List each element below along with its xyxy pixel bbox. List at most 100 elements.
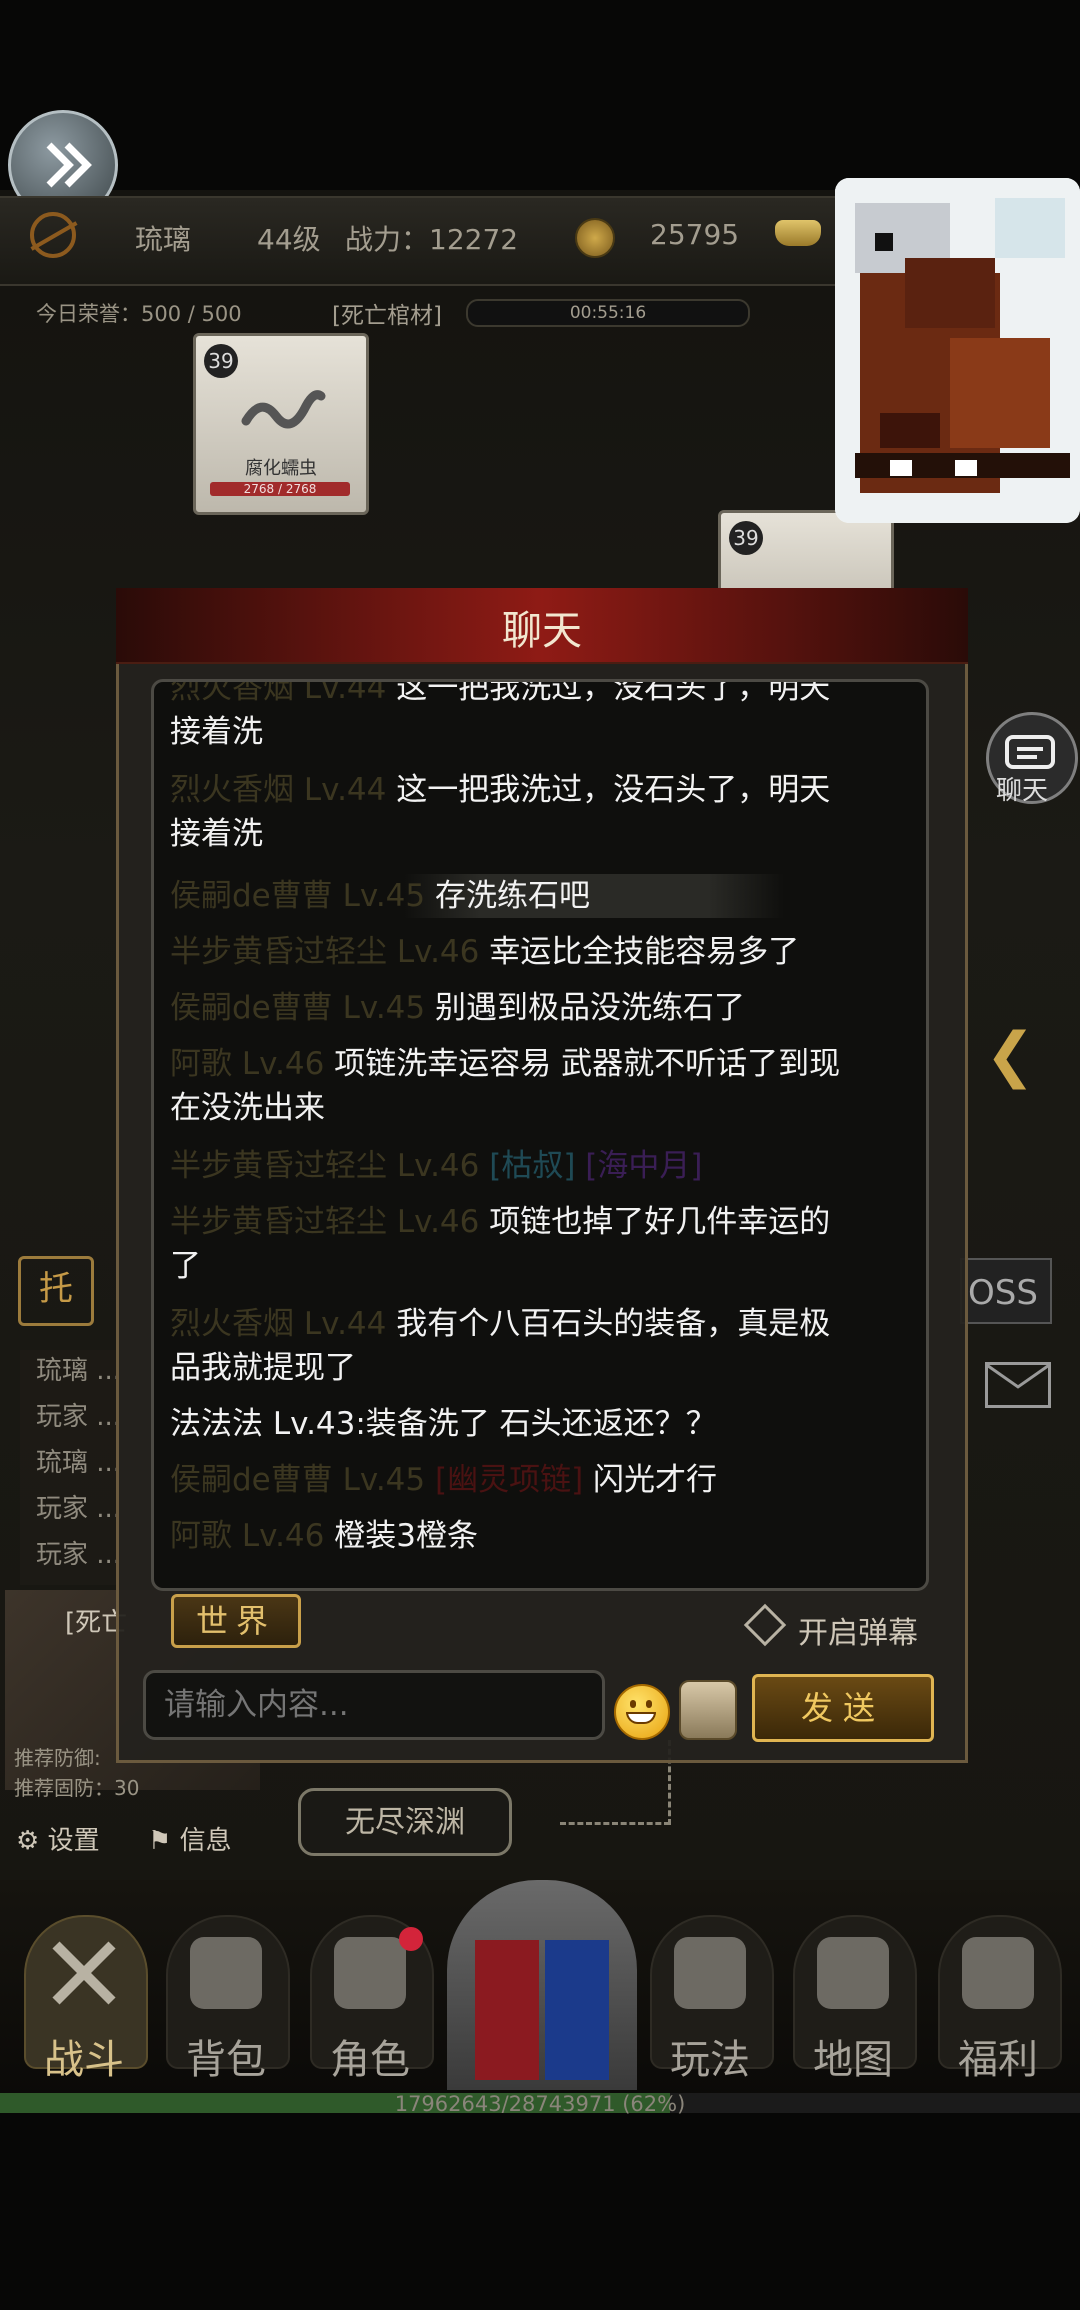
dungeon-timer: 00:55:16 bbox=[466, 299, 750, 327]
message-sender[interactable]: 侯嗣de曹曹 Lv.45 bbox=[170, 878, 425, 914]
monster-level: 39 bbox=[729, 521, 763, 555]
monster-hp: 2768 / 2768 bbox=[210, 482, 350, 496]
item-share-bag-icon[interactable] bbox=[679, 1680, 737, 1740]
message-text: 项链洗幸运容易 武器就不听话了到现 bbox=[334, 1046, 841, 1082]
world-channel-tab[interactable]: 世界 bbox=[171, 1594, 301, 1648]
chat-message-list[interactable]: 烈火香烟 Lv.44 这一把我洗过，没石头了，明天 接着洗 烈火香烟 Lv.44… bbox=[151, 679, 929, 1591]
map-path bbox=[560, 1822, 670, 1827]
coin-amount: 25795 bbox=[650, 218, 740, 251]
chat-message: 侯嗣de曹曹 Lv.45 [幽灵项链] 闪光才行 bbox=[170, 1458, 910, 1502]
chat-message: 烈火香烟 Lv.44 这一把我洗过，没石头了，明天 bbox=[170, 682, 910, 710]
gear-icon: ⚙ bbox=[16, 1826, 40, 1856]
chat-modal-title: 聊天 bbox=[502, 608, 582, 654]
message-text: 接着洗 bbox=[170, 714, 263, 750]
map-pin-icon bbox=[817, 1937, 889, 2009]
message-sender[interactable]: 侯嗣de曹曹 Lv.45 bbox=[170, 990, 425, 1026]
chat-input[interactable] bbox=[143, 1670, 605, 1740]
nav-map[interactable]: 地图 bbox=[787, 1915, 919, 2085]
player-level: 44级 bbox=[257, 223, 321, 256]
message-sender[interactable]: 烈火香烟 Lv.44 bbox=[170, 1306, 386, 1342]
nav-label: 战斗 bbox=[44, 2037, 124, 2083]
message-text: 在没洗出来 bbox=[170, 1090, 325, 1126]
message-sender[interactable]: 半步黄昏过轻尘 Lv.46 bbox=[170, 1148, 479, 1184]
nav-gameplay[interactable]: 玩法 bbox=[644, 1915, 776, 2085]
message-sender[interactable]: 烈火香烟 Lv.44 bbox=[170, 772, 386, 808]
emoji-eye bbox=[630, 1700, 636, 1708]
crown-helmet-icon bbox=[334, 1937, 406, 2009]
gate-blue-door bbox=[545, 1940, 609, 2080]
emoji-eye bbox=[646, 1700, 652, 1708]
item-link[interactable]: [枯叔] bbox=[489, 1148, 575, 1184]
info-label: 信息 bbox=[179, 1826, 232, 1856]
message-text: 法法法 Lv.43:装备洗了 石头还返还？？ bbox=[170, 1406, 717, 1442]
item-link[interactable]: [幽灵项链] bbox=[435, 1462, 583, 1498]
log-line: 玩家 ... bbox=[36, 1402, 122, 1432]
grin-face-icon bbox=[626, 1712, 656, 1724]
message-sender[interactable]: 阿歌 Lv.46 bbox=[170, 1046, 324, 1082]
nav-label: 福利 bbox=[958, 2037, 1038, 2083]
chat-message: 半步黄昏过轻尘 Lv.46 幸运比全技能容易多了 bbox=[170, 930, 910, 974]
guild-emblem-icon[interactable] bbox=[30, 212, 76, 258]
mail-icon[interactable] bbox=[985, 1362, 1051, 1408]
send-button[interactable]: 发送 bbox=[752, 1674, 934, 1742]
log-line: 琉璃 ... bbox=[36, 1356, 122, 1386]
message-text: 我有个八百石头的装备，真是极 bbox=[396, 1306, 831, 1342]
auto-hosting-button[interactable]: 托 bbox=[18, 1256, 94, 1326]
chat-message: 半步黄昏过轻尘 Lv.46 项链也掉了好几件幸运的 bbox=[170, 1200, 910, 1244]
chat-message: 法法法 Lv.43:装备洗了 石头还返还？？ bbox=[170, 1402, 910, 1446]
flag-icon: ⚑ bbox=[148, 1826, 172, 1856]
nav-battle[interactable]: 战斗 bbox=[18, 1915, 150, 2085]
monster-name: 腐化蠕虫 bbox=[245, 458, 317, 479]
nav-label: 角色 bbox=[330, 2037, 410, 2083]
message-sender[interactable]: 半步黄昏过轻尘 Lv.46 bbox=[170, 1204, 479, 1240]
recommended-defense: 推荐防御: bbox=[14, 1746, 101, 1770]
chat-message: 了 bbox=[170, 1244, 910, 1288]
chat-message: 接着洗 bbox=[170, 710, 910, 754]
log-line: 玩家 ... bbox=[36, 1540, 122, 1570]
chat-message: 半步黄昏过轻尘 Lv.46 [枯叔] [海中月] bbox=[170, 1144, 910, 1188]
worm-icon bbox=[241, 390, 326, 429]
message-text: 存洗练石吧 bbox=[434, 878, 590, 914]
nav-welfare[interactable]: 福利 bbox=[932, 1915, 1064, 2085]
experience-text: 17962643/28743971 (62%) bbox=[394, 2092, 686, 2116]
chat-message: 接着洗 bbox=[170, 812, 910, 856]
message-sender[interactable]: 半步黄昏过轻尘 Lv.46 bbox=[170, 934, 479, 970]
boss-button[interactable]: OSS bbox=[960, 1258, 1052, 1324]
nav-backpack[interactable]: 背包 bbox=[160, 1915, 292, 2085]
info-button[interactable]: ⚑ 信息 bbox=[148, 1820, 232, 1857]
chat-message: 烈火香烟 Lv.44 我有个八百石头的装备，真是极 bbox=[170, 1302, 910, 1346]
nav-character[interactable]: 角色 bbox=[304, 1915, 436, 2085]
chat-message: 侯嗣de曹曹 Lv.45 存洗练石吧 bbox=[170, 874, 910, 918]
notification-dot bbox=[399, 1927, 423, 1951]
coin-add-icon[interactable] bbox=[575, 218, 615, 258]
endless-abyss-button[interactable]: 无尽深渊 bbox=[298, 1788, 512, 1856]
combat-power: 战力：12272 bbox=[345, 223, 519, 256]
message-text: 接着洗 bbox=[170, 816, 263, 852]
log-line: 玩家 ... bbox=[36, 1494, 122, 1524]
barrage-label[interactable]: 开启弹幕 bbox=[798, 1608, 918, 1652]
nav-label: 地图 bbox=[813, 2037, 893, 2083]
message-sender[interactable]: 侯嗣de曹曹 Lv.45 bbox=[170, 1462, 425, 1498]
message-text: 幸运比全技能容易多了 bbox=[489, 934, 800, 970]
gate-red-door bbox=[475, 1940, 539, 2080]
portal-gate-button[interactable] bbox=[447, 1880, 637, 2090]
monster-card[interactable]: 39 腐化蠕虫 2768 / 2768 bbox=[193, 333, 369, 515]
collapse-arrow-icon[interactable]: ❮ bbox=[985, 1020, 1035, 1090]
emoji-button[interactable] bbox=[614, 1684, 670, 1740]
nav-label: 背包 bbox=[186, 2037, 266, 2083]
message-text: 了 bbox=[170, 1248, 201, 1284]
chat-message: 阿歌 Lv.46 项链洗幸运容易 武器就不听话了到现 bbox=[170, 1042, 910, 1086]
item-link[interactable]: [海中月] bbox=[585, 1148, 702, 1184]
message-text: 别遇到极品没洗练石了 bbox=[434, 990, 745, 1026]
message-text: 闪光才行 bbox=[593, 1462, 718, 1498]
pixelated-avatar-image bbox=[835, 178, 1080, 523]
player-name: 琉璃 bbox=[135, 223, 192, 256]
chat-message: 品我就提现了 bbox=[170, 1346, 910, 1390]
settings-button[interactable]: ⚙ 设置 bbox=[16, 1820, 100, 1857]
message-text: 项链也掉了好几件幸运的 bbox=[489, 1204, 831, 1240]
chat-message: 阿歌 Lv.46 橙装3橙条 bbox=[170, 1514, 910, 1558]
message-sender[interactable]: 阿歌 Lv.46 bbox=[170, 1518, 324, 1554]
message-text: 橙装3橙条 bbox=[334, 1518, 478, 1554]
message-text: 这一把我洗过，没石头了，明天 bbox=[396, 772, 831, 808]
message-sender[interactable]: 烈火香烟 Lv.44 bbox=[170, 682, 386, 706]
